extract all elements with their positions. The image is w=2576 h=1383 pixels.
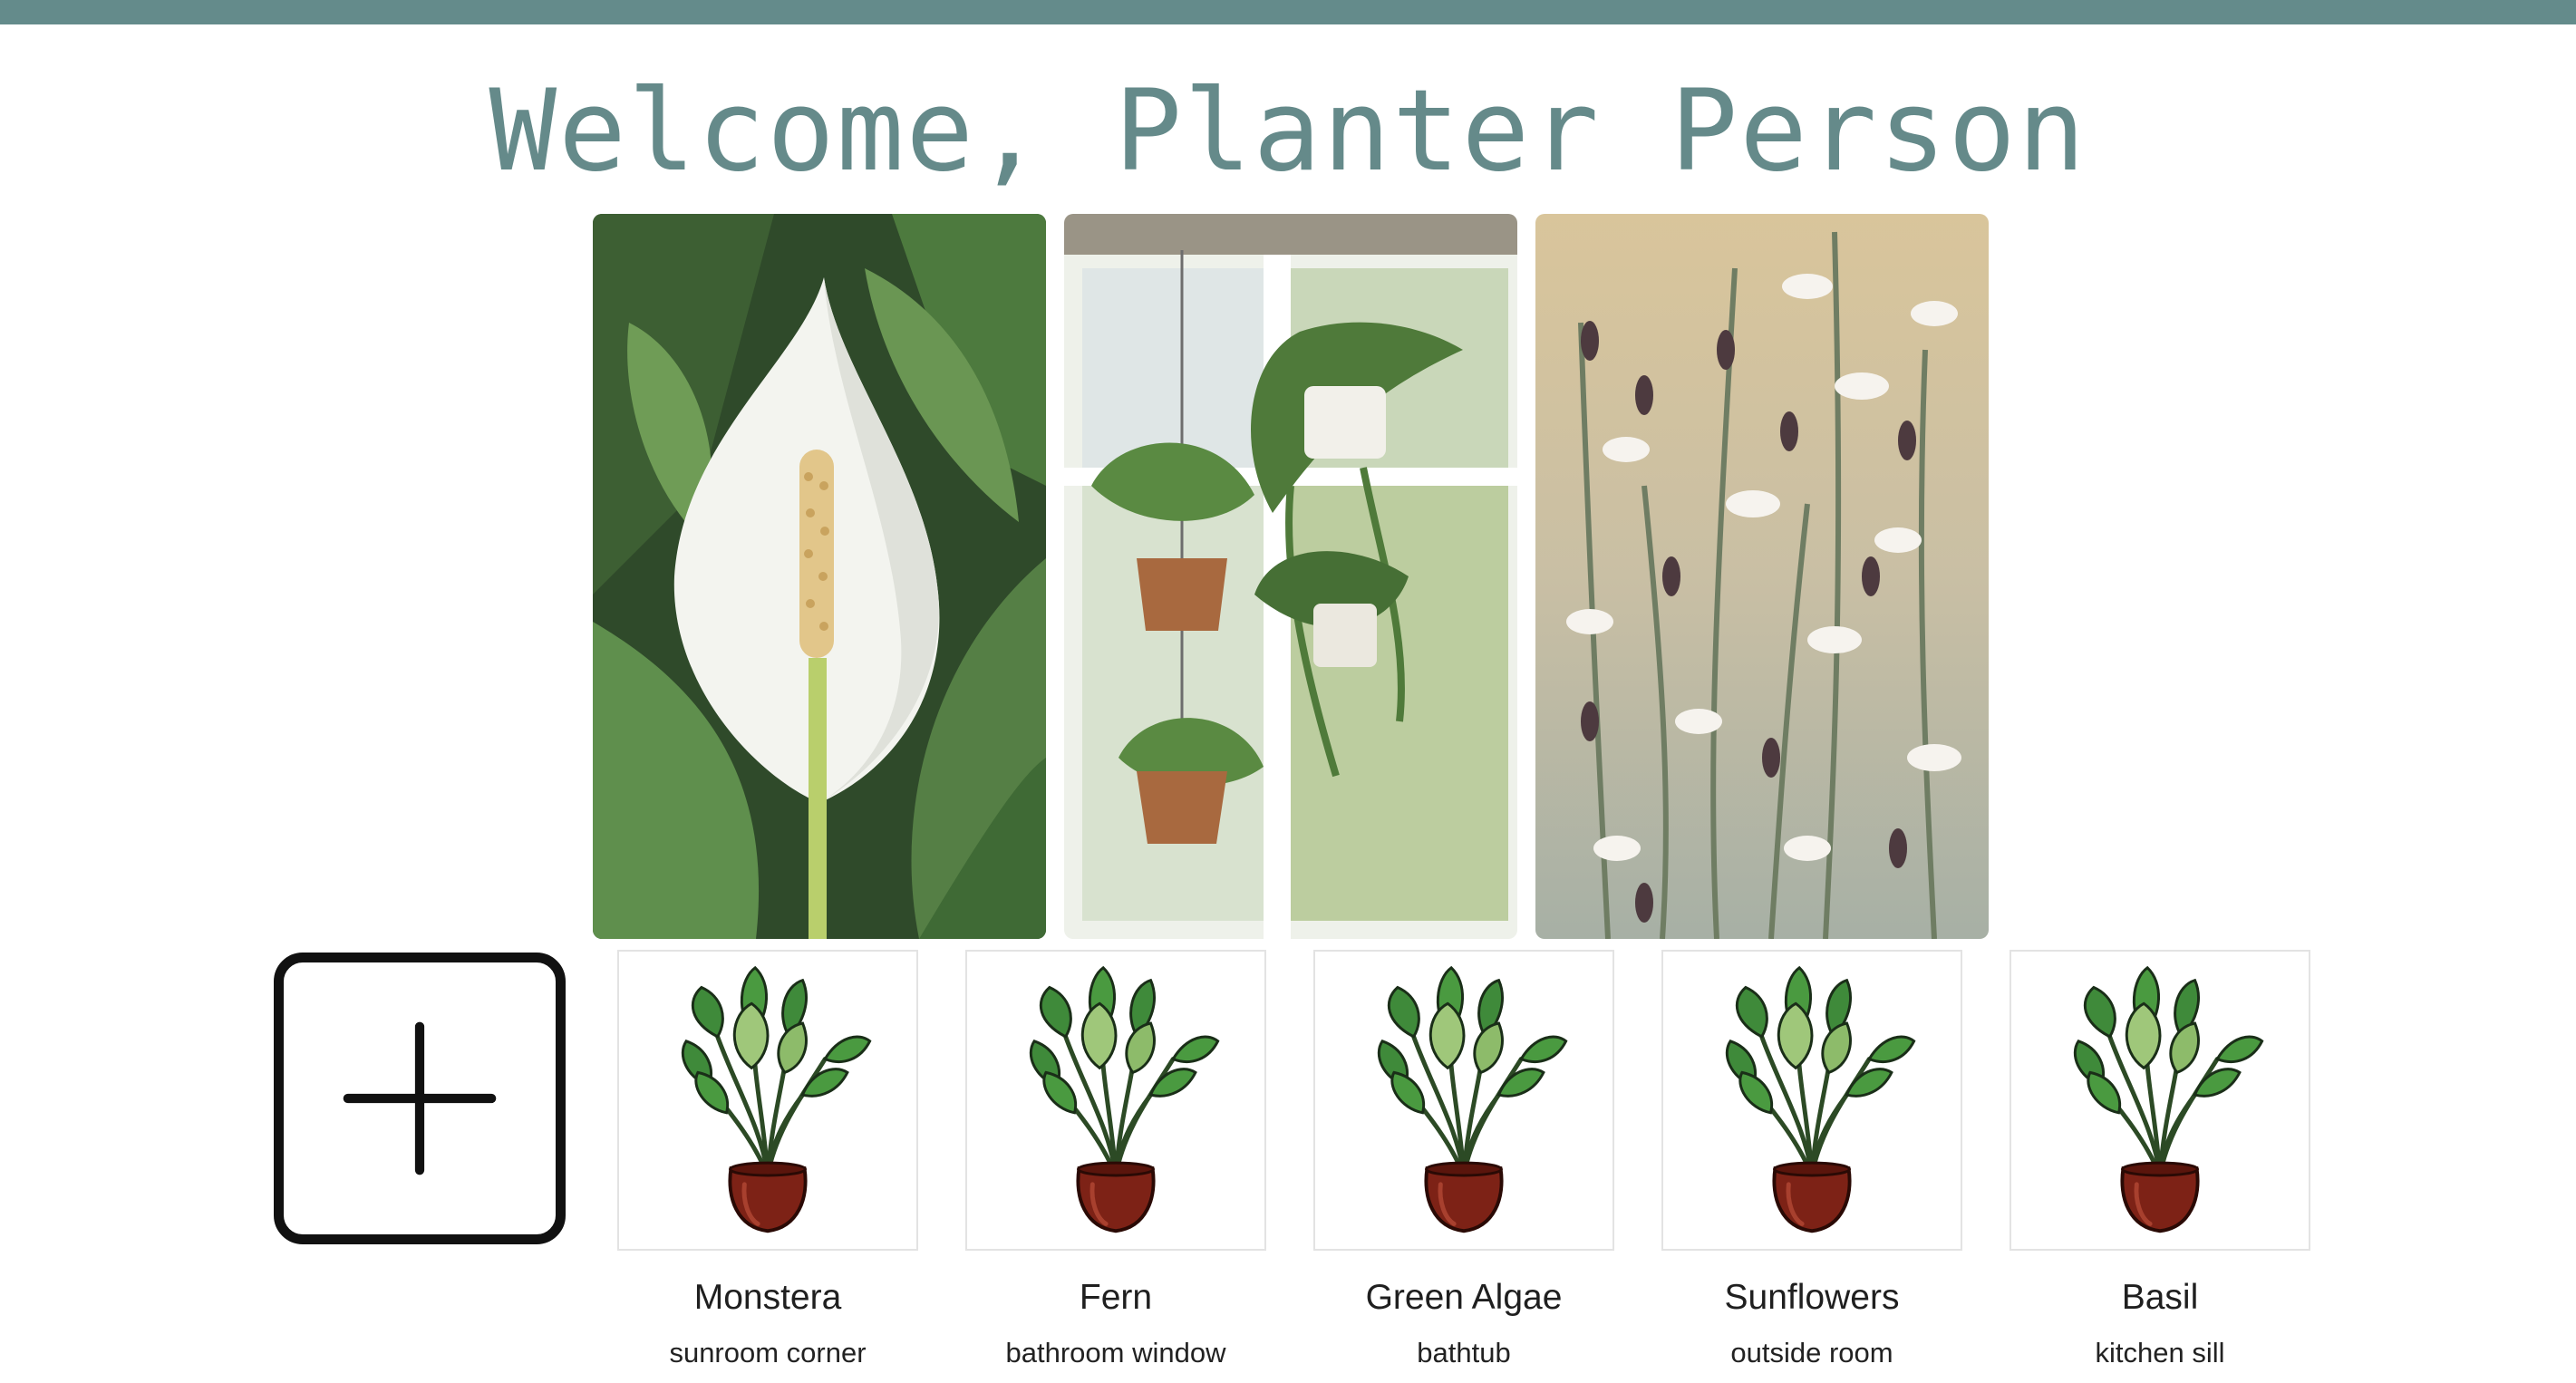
plant-name: Basil (2121, 1278, 2199, 1317)
potted-plant-icon (2009, 950, 2310, 1251)
plant-card[interactable]: Fern bathroom window (965, 950, 1266, 1370)
plus-icon (343, 1021, 497, 1175)
plant-name: Fern (1079, 1278, 1153, 1317)
plant-card[interactable]: Green Algae bathtub (1313, 950, 1614, 1370)
potted-plant-icon (617, 950, 918, 1251)
potted-plant-icon (1313, 950, 1614, 1251)
add-plant-button[interactable] (274, 953, 566, 1244)
plant-location: sunroom corner (669, 1337, 867, 1368)
plant-location: bathtub (1417, 1337, 1511, 1368)
plant-location: kitchen sill (2095, 1337, 2225, 1368)
plant-name: Green Algae (1365, 1278, 1563, 1317)
plant-location: bathroom window (1005, 1337, 1226, 1368)
peace-lily-photo (593, 214, 1046, 939)
wildflowers-photo (1535, 214, 1989, 939)
plant-name: Sunflowers (1724, 1278, 1900, 1317)
hanging-plants-photo (1064, 214, 1517, 939)
potted-plant-icon (965, 950, 1266, 1251)
plant-card[interactable]: Basil kitchen sill (2009, 950, 2310, 1370)
plant-card[interactable]: Sunflowers outside room (1661, 950, 1962, 1370)
page-title: Welcome, Planter Person (489, 66, 2087, 197)
plant-card[interactable]: Monstera sunroom corner (617, 950, 918, 1370)
potted-plant-icon (1661, 950, 1962, 1251)
plant-location: outside room (1730, 1337, 1893, 1368)
plant-name: Monstera (693, 1278, 842, 1317)
page: Welcome, Planter Person Monstera sunroom… (0, 0, 2576, 1383)
top-bar (0, 0, 2576, 24)
